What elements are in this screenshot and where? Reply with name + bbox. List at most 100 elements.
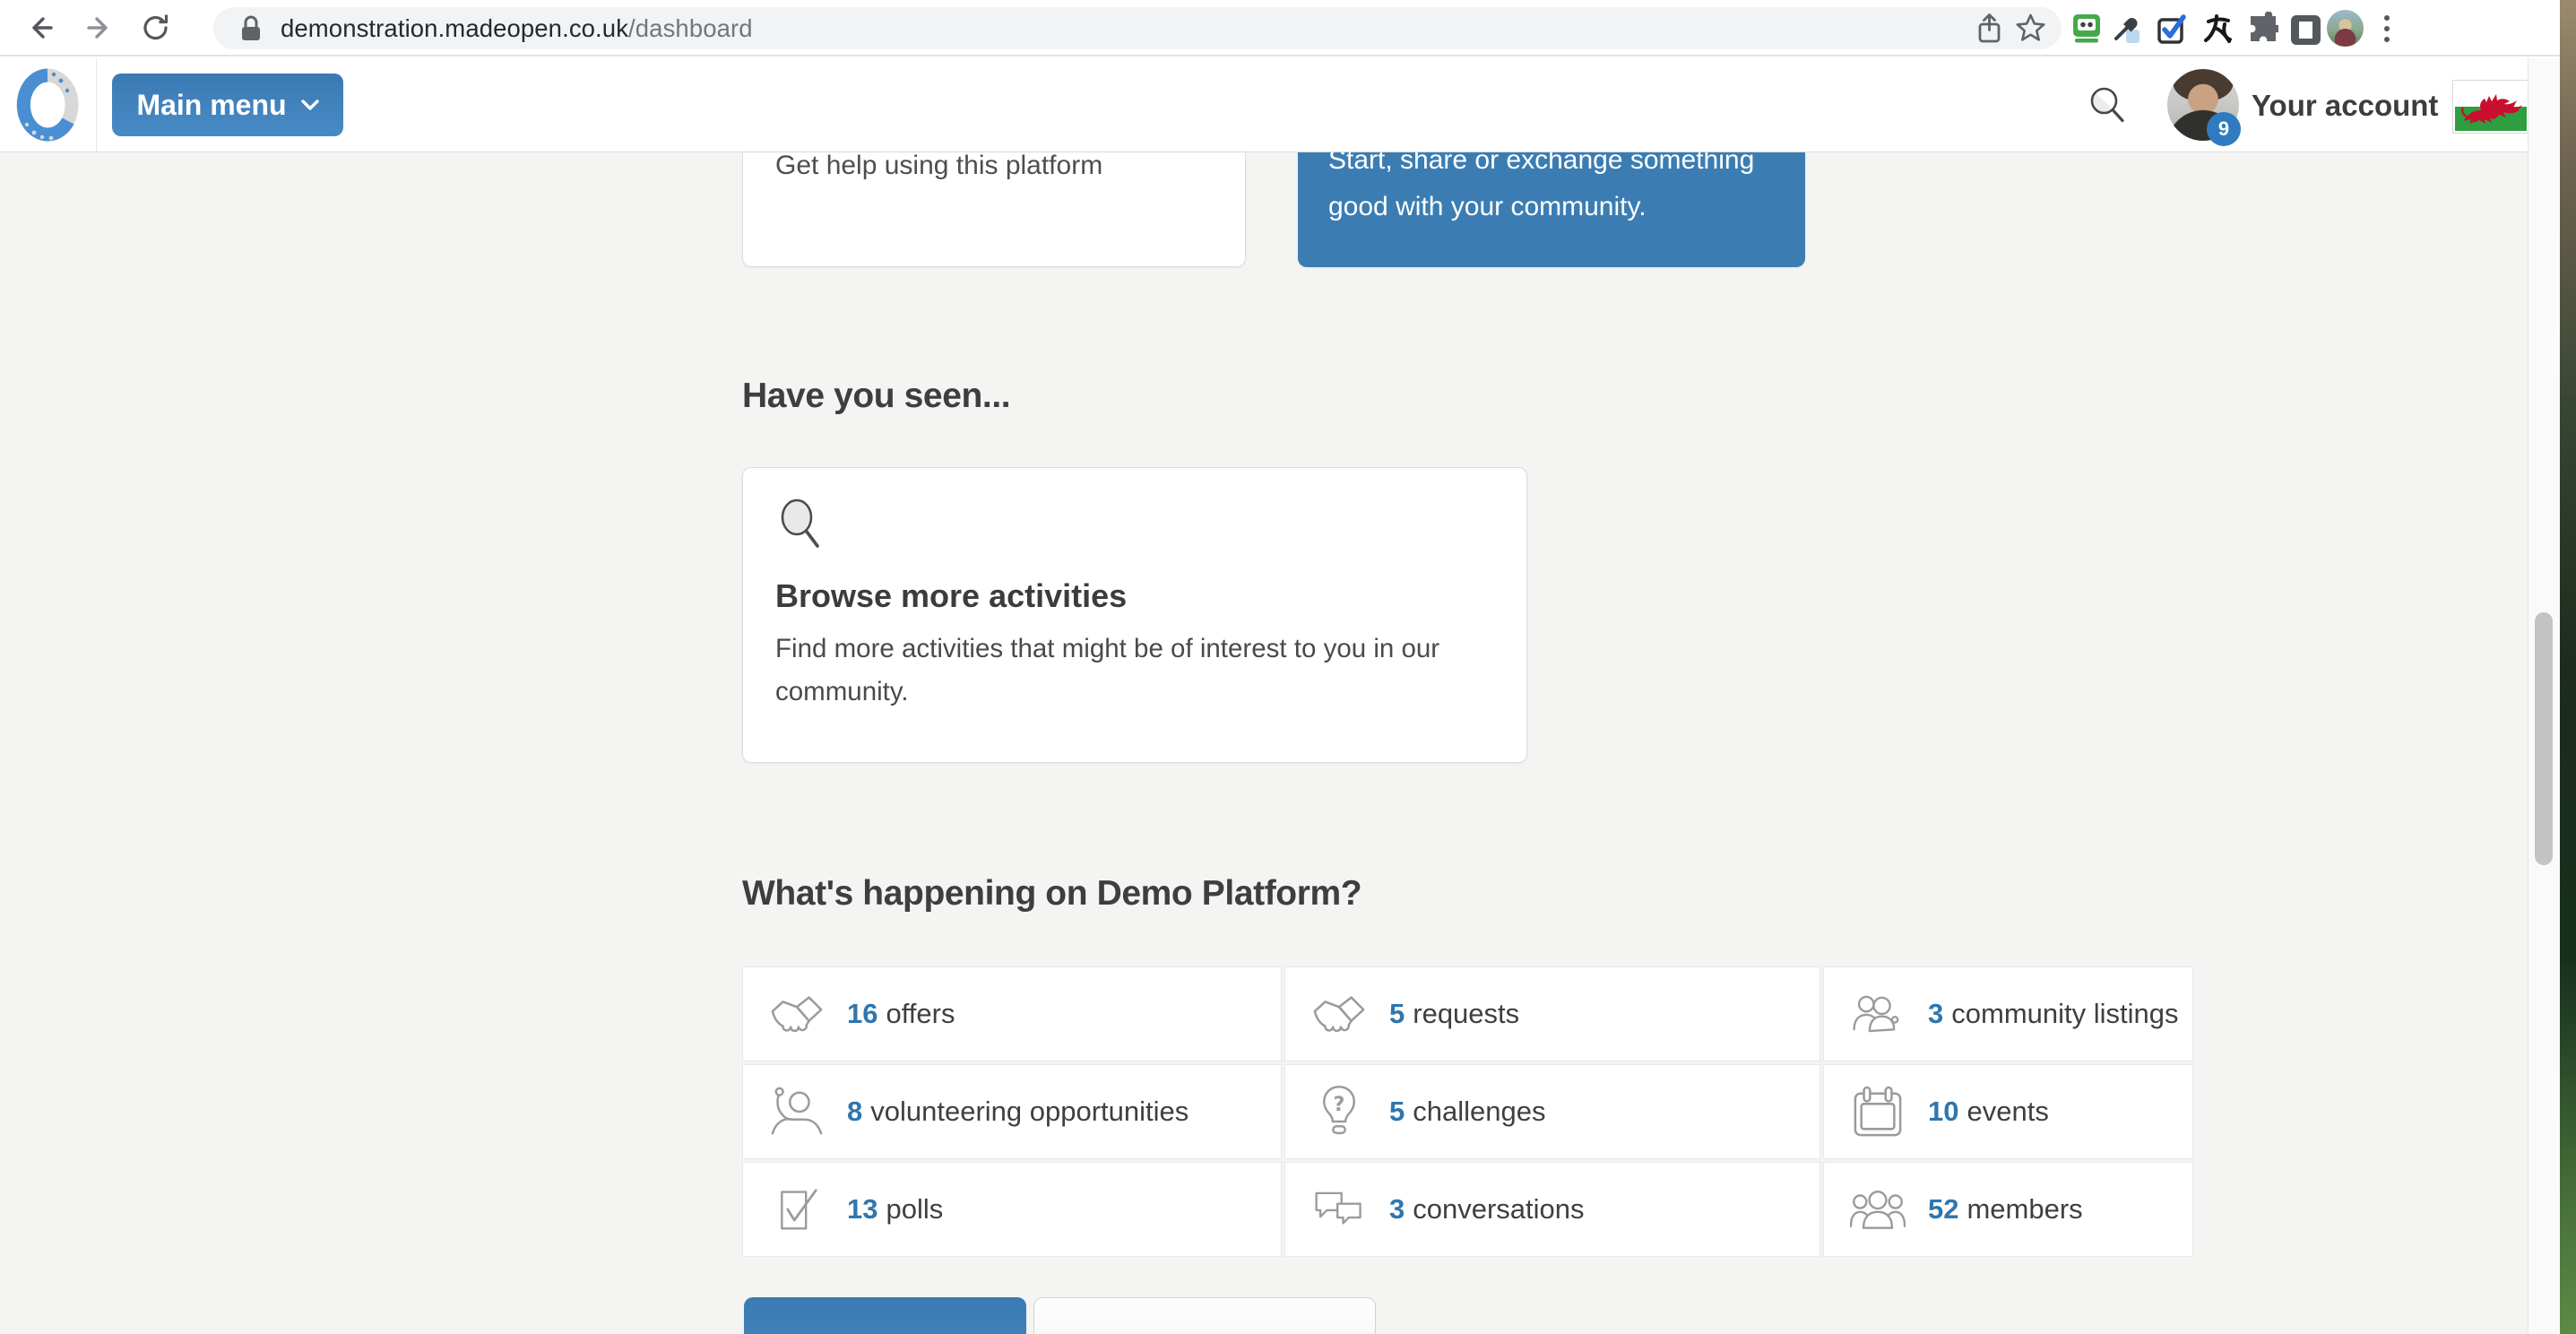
header-search-button[interactable] (2085, 81, 2135, 131)
stat-label: volunteering opportunities (870, 1096, 1189, 1127)
raised-hand-icon (770, 1087, 824, 1137)
stat-requests[interactable]: 5 requests (1284, 966, 1820, 1061)
bookmark-star-button[interactable] (2014, 12, 2047, 45)
speech-bubbles-icon (1313, 1189, 1365, 1230)
share-button[interactable] (1973, 12, 2006, 45)
lock-icon[interactable] (235, 12, 267, 46)
extensions-puzzle-button[interactable] (2245, 12, 2278, 45)
calligraphy-extension-icon (2200, 12, 2234, 45)
stats-grid: 16offers 5requests 3community lis (742, 966, 2193, 1257)
stat-count: 13 (847, 1193, 877, 1225)
page-viewport: Main menu 9 Your account (0, 58, 2560, 1334)
url-path: /dashboard (628, 14, 753, 42)
cta-card[interactable]: Start, share or exchange something good … (1298, 152, 1805, 267)
forward-icon (81, 10, 117, 46)
stat-label: polls (886, 1193, 943, 1225)
stat-count: 16 (847, 998, 877, 1029)
stat-conversations[interactable]: 3conversations (1284, 1162, 1820, 1257)
cta-card-line2: good with your community. (1328, 184, 1805, 230)
cta-card-line1: Start, share or exchange something (1328, 152, 1805, 184)
checkbox-extension-icon (2156, 12, 2189, 45)
stat-count: 3 (1389, 1193, 1405, 1225)
browse-card-title: Browse more activities (775, 577, 1494, 615)
stat-count: 3 (1928, 998, 1943, 1029)
puzzle-extensions-icon (2245, 12, 2278, 45)
page-scrollbar[interactable] (2528, 58, 2560, 1334)
site-header: Main menu 9 Your account (0, 58, 2560, 152)
browser-window: demonstration.madeopen.co.uk/dashboard (0, 0, 2560, 1334)
url-host: demonstration.madeopen.co.uk (281, 14, 628, 42)
url-text: demonstration.madeopen.co.uk/dashboard (281, 14, 753, 43)
handshake-icon (1310, 992, 1368, 1036)
back-button[interactable] (23, 10, 59, 46)
stat-events[interactable]: 10events (1823, 1064, 2193, 1159)
screen: demonstration.madeopen.co.uk/dashboard (0, 0, 2576, 1334)
ring-logo-icon (13, 65, 82, 144)
stat-label: conversations (1413, 1193, 1584, 1225)
people-pair-icon (1851, 991, 1905, 1037)
stat-count: 8 (847, 1096, 862, 1127)
stat-count: 5 (1389, 998, 1405, 1029)
add-new-activity-button[interactable]: Add new activity (744, 1297, 1026, 1334)
reload-icon (138, 10, 174, 46)
main-menu-button[interactable]: Main menu (112, 74, 343, 136)
reader-icon (2288, 12, 2324, 48)
reader-mode-button[interactable] (2288, 12, 2324, 45)
magnifier-icon (775, 495, 827, 556)
roboform-extension-icon (2070, 12, 2104, 45)
browse-all-activities-button[interactable]: Browse all activities (1033, 1297, 1376, 1334)
stat-volunteering[interactable]: 8 volunteering opportunities (742, 1064, 1282, 1159)
browser-menu-button[interactable] (2380, 12, 2394, 46)
user-avatar[interactable]: 9 (2167, 69, 2239, 141)
calendar-icon (1853, 1086, 1903, 1138)
address-bar[interactable]: demonstration.madeopen.co.uk/dashboard (213, 7, 2062, 49)
stat-label: requests (1413, 998, 1519, 1029)
eyedropper-extension-button[interactable] (2111, 12, 2144, 45)
roboform-extension-button[interactable] (2070, 12, 2104, 45)
browser-toolbar: demonstration.madeopen.co.uk/dashboard (0, 0, 2560, 56)
welsh-flag-icon (2455, 82, 2527, 131)
language-flag-button[interactable] (2452, 80, 2529, 134)
back-icon (23, 10, 59, 46)
browser-profile-avatar[interactable] (2327, 10, 2364, 47)
help-card-text: Get help using this platform (775, 152, 1245, 185)
platform-logo[interactable] (13, 65, 82, 144)
your-account-label: Your account (2252, 89, 2438, 123)
browse-more-activities-card[interactable]: Browse more activities Find more activit… (742, 467, 1527, 763)
have-you-seen-heading: Have you seen... (742, 377, 1010, 416)
search-icon (2085, 83, 2128, 128)
people-group-icon (1850, 1187, 1906, 1232)
stat-count: 52 (1928, 1193, 1958, 1225)
whats-happening-heading: What's happening on Demo Platform? (742, 874, 1361, 914)
svg-text:?: ? (1334, 1094, 1345, 1116)
handshake-icon (768, 992, 826, 1036)
chevron-down-icon (301, 100, 319, 111)
stat-label: challenges (1413, 1096, 1545, 1127)
stat-label: community listings (1951, 998, 2178, 1029)
stat-offers[interactable]: 16 offers (742, 966, 1282, 1061)
lightbulb-question-icon: ? (1319, 1084, 1359, 1139)
stat-polls[interactable]: 13 polls (742, 1162, 1282, 1257)
stat-members[interactable]: 52members (1823, 1162, 2193, 1257)
stat-challenges[interactable]: ? 5challenges (1284, 1064, 1820, 1159)
stat-community-listings[interactable]: 3 community listings (1823, 966, 2193, 1061)
stat-label: offers (886, 998, 955, 1029)
calligraphy-extension-button[interactable] (2200, 12, 2234, 45)
header-divider (96, 58, 97, 152)
browse-card-description: Find more activities that might be of in… (775, 628, 1492, 714)
stat-label: events (1967, 1096, 2048, 1127)
notification-badge: 9 (2207, 112, 2241, 146)
eyedropper-extension-icon (2111, 12, 2144, 45)
reload-button[interactable] (138, 10, 174, 46)
help-card[interactable]: Get help using this platform (742, 152, 1246, 267)
scrollbar-thumb[interactable] (2535, 612, 2553, 865)
kebab-menu-icon (2380, 12, 2394, 46)
share-icon (1973, 12, 2006, 45)
star-icon (2014, 12, 2047, 45)
your-account-button[interactable]: Your account (2252, 58, 2477, 152)
desktop-wallpaper-strip (2558, 0, 2576, 1334)
main-menu-label: Main menu (136, 89, 286, 122)
forward-button[interactable] (81, 10, 117, 46)
poll-check-icon (774, 1183, 819, 1235)
checkbox-extension-button[interactable] (2156, 12, 2189, 45)
